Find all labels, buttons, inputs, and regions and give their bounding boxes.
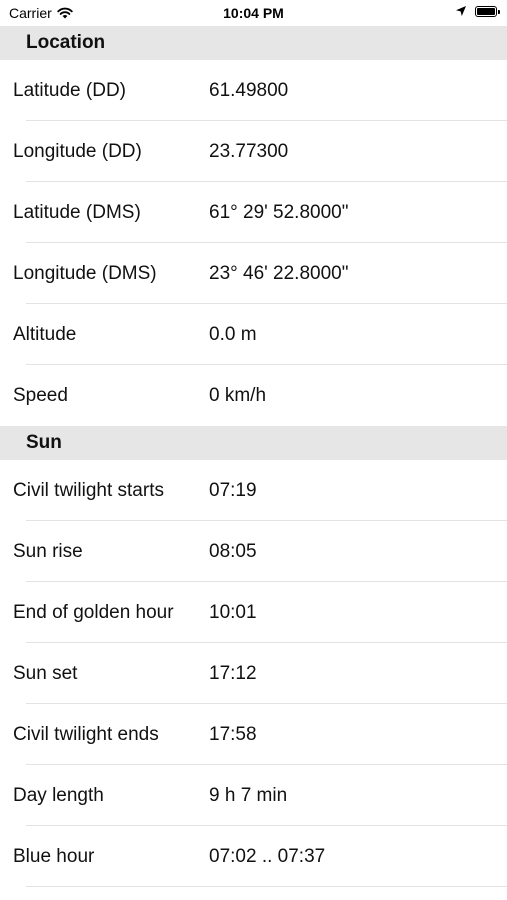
row-label: Day length (13, 784, 104, 806)
status-bar: Carrier 10:04 PM (0, 0, 507, 26)
row-value: 9 h 7 min (209, 784, 288, 806)
location-arrow-icon (456, 6, 466, 16)
location-section: Location Latitude (DD) 61.49800 Longitud… (0, 26, 507, 426)
row-label: Longitude (DD) (13, 140, 142, 162)
row-value: 07:19 (209, 479, 257, 501)
row-value: 23.77300 (209, 140, 289, 162)
list-item: Blue hour 07:02 .. 07:37 (0, 826, 507, 887)
list-item: Civil twilight ends 17:58 (0, 704, 507, 765)
row-value: 08:05 (209, 540, 257, 562)
list-item: Longitude (DD) 23.77300 (0, 121, 507, 182)
row-value: 17:12 (209, 662, 257, 684)
row-label: Latitude (DD) (13, 79, 126, 101)
row-label: Sun rise (13, 540, 83, 562)
row-label: Altitude (13, 323, 77, 345)
row-label: End of golden hour (13, 601, 174, 623)
list-item: Speed 0 km/h (0, 365, 507, 426)
row-label: Blue hour (13, 845, 95, 867)
list-item: Latitude (DMS) 61° 29' 52.8000" (0, 182, 507, 243)
list-item: Sun set 17:12 (0, 643, 507, 704)
section-header-location: Location (0, 26, 507, 60)
row-label: Longitude (DMS) (13, 262, 157, 284)
row-value: 61° 29' 52.8000" (209, 201, 349, 223)
status-time: 10:04 PM (223, 5, 284, 21)
row-value: 23° 46' 22.8000" (209, 262, 349, 284)
list-item: Altitude 0.0 m (0, 304, 507, 365)
row-label: Civil twilight starts (13, 479, 164, 501)
row-value: 17:58 (209, 723, 257, 745)
sun-section: Sun Civil twilight starts 07:19 Sun rise… (0, 426, 507, 887)
row-value: 61.49800 (209, 79, 289, 101)
row-value: 0 km/h (209, 384, 267, 406)
list-item: Longitude (DMS) 23° 46' 22.8000" (0, 243, 507, 304)
battery-icon (475, 5, 500, 17)
section-header-sun: Sun (0, 426, 507, 460)
list-item: End of golden hour 10:01 (0, 582, 507, 643)
row-label: Latitude (DMS) (13, 201, 141, 223)
row-label: Speed (13, 384, 68, 406)
row-label: Sun set (13, 662, 78, 684)
list-item: Civil twilight starts 07:19 (0, 460, 507, 521)
list-item: Day length 9 h 7 min (0, 765, 507, 826)
row-value: 0.0 m (209, 323, 257, 345)
list-item: Sun rise 08:05 (0, 521, 507, 582)
row-label: Civil twilight ends (13, 723, 159, 745)
row-value: 10:01 (209, 601, 257, 623)
status-right (455, 5, 500, 17)
list-item: Latitude (DD) 61.49800 (0, 60, 507, 121)
row-value: 07:02 .. 07:37 (209, 845, 326, 867)
